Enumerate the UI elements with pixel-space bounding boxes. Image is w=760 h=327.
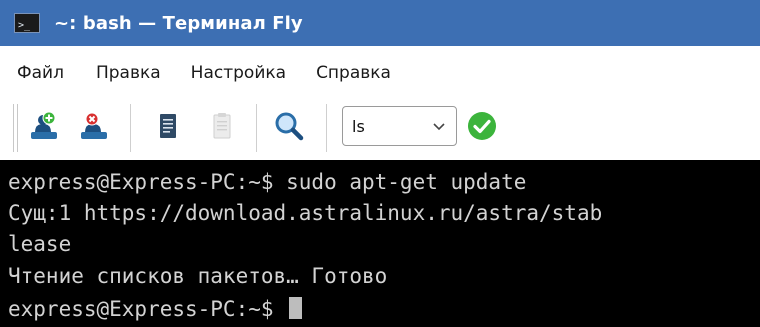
checkmark-icon[interactable] — [466, 110, 498, 142]
toolbar-separator — [256, 104, 257, 152]
terminal-app-icon: >_ — [14, 13, 40, 33]
window-title: ~: bash — Терминал Fly — [54, 12, 303, 34]
menu-settings[interactable]: Настройка — [191, 63, 286, 83]
toolbar-separator — [130, 104, 131, 152]
search-icon[interactable] — [273, 110, 305, 142]
terminal-line: lease — [8, 232, 72, 256]
menu-bar: Файл Правка Настройка Справка — [0, 55, 760, 91]
terminal-prompt-line: express@Express-PC:~$ — [8, 297, 303, 321]
command-combobox-value: ls — [352, 117, 365, 136]
terminal-line: Чтение списков пакетов… Готово — [8, 264, 388, 288]
menu-file[interactable]: Файл — [17, 63, 64, 83]
terminal-output[interactable]: express@Express-PC:~$ sudo apt-get updat… — [0, 160, 760, 327]
toolbar-separator — [326, 104, 327, 152]
chevron-down-icon[interactable] — [432, 119, 446, 133]
toolbar-grip[interactable] — [13, 104, 18, 152]
toolbar: ls — [0, 96, 760, 160]
add-user-icon[interactable] — [28, 110, 60, 142]
terminal-prompt: express@Express-PC:~$ — [8, 297, 287, 321]
terminal-line: Сущ:1 https://download.astralinux.ru/ast… — [8, 201, 603, 225]
terminal-cursor — [289, 297, 303, 319]
title-bar: >_ ~: bash — Терминал Fly — [0, 0, 760, 46]
menu-edit[interactable]: Правка — [96, 63, 161, 83]
paste-icon[interactable] — [206, 110, 238, 142]
copy-icon[interactable] — [152, 110, 184, 142]
menu-help[interactable]: Справка — [316, 63, 391, 83]
remove-user-icon[interactable] — [78, 110, 110, 142]
terminal-line: express@Express-PC:~$ sudo apt-get updat… — [8, 170, 527, 194]
command-combobox[interactable]: ls — [342, 106, 457, 146]
